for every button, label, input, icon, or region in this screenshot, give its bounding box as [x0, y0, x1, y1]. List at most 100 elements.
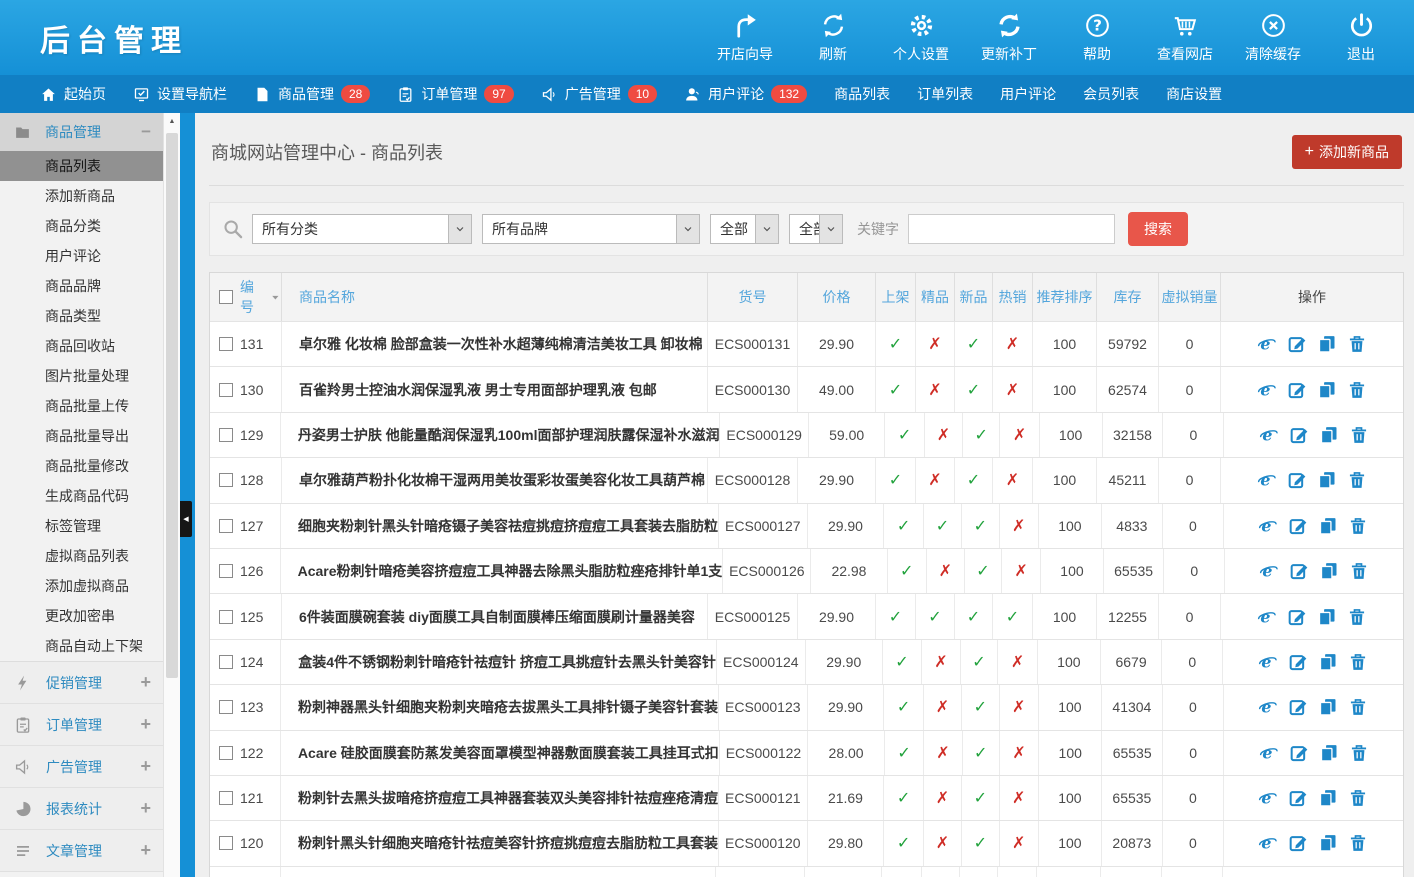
row-checkbox[interactable] — [219, 428, 233, 442]
action-edit-button[interactable] — [1287, 470, 1307, 490]
on_sale-toggle[interactable]: ✓ — [883, 640, 923, 684]
row-checkbox[interactable] — [219, 337, 233, 351]
best-toggle[interactable]: ✗ — [922, 640, 961, 684]
action-delete-button[interactable] — [1348, 833, 1368, 853]
sidebar-item[interactable]: 商品批量上传 — [0, 391, 163, 421]
best-toggle[interactable]: ✗ — [924, 776, 962, 820]
sidebar-group-ad-manage[interactable]: 广告管理 + — [0, 746, 163, 788]
product-name-link[interactable]: Acare 硅胶面膜套防蒸发美容面罩模型神器敷面膜套装工具挂耳式扣 — [298, 743, 719, 763]
on_sale-toggle[interactable]: ✓ — [884, 776, 923, 820]
product-name-link[interactable]: 粉刺针黑头针细胞夹暗疮针祛痘美容针挤痘挑痘痘去脂肪粒工具套装 — [298, 833, 718, 853]
best-toggle[interactable]: ✗ — [916, 322, 955, 366]
row-checkbox[interactable] — [219, 746, 233, 760]
new-toggle[interactable]: ✓ — [960, 867, 998, 877]
sidebar-item[interactable]: 商品批量导出 — [0, 421, 163, 451]
sidebar-scrollbar-thumb[interactable] — [166, 133, 178, 678]
on_sale-toggle[interactable]: ✓ — [885, 731, 924, 775]
on_sale-toggle[interactable]: ✓ — [876, 322, 916, 366]
add-product-button[interactable]: + 添加新商品 — [1292, 135, 1402, 169]
product-name-link[interactable]: 粉刺针去黑头拔暗疮挤痘痘工具神器套装双头美容排针祛痘痤疮清痘 — [298, 788, 718, 808]
category-select[interactable]: 所有分类 — [252, 214, 472, 244]
hot-toggle[interactable]: ✓ — [993, 594, 1033, 638]
product-name-link[interactable]: 卓尔雅 化妆棉 脸部盒装一次性补水超薄纯棉清洁美妆工具 卸妆棉 — [299, 334, 703, 354]
toolbar-personal-settings-button[interactable]: 个人设置 — [890, 12, 952, 64]
action-copy-button[interactable] — [1318, 833, 1338, 853]
sidebar-collapse-handle[interactable]: ◀ — [180, 501, 192, 537]
action-copy-button[interactable] — [1317, 470, 1337, 490]
action-copy-button[interactable] — [1317, 380, 1337, 400]
nav-item-store-settings[interactable]: 商店设置 — [1166, 84, 1222, 104]
nav-item-goods-manage[interactable]: 商品管理 28 — [254, 84, 370, 104]
sidebar-group-goods-manage[interactable]: 商品管理 − — [0, 113, 163, 151]
sidebar-item[interactable]: 图片批量处理 — [0, 361, 163, 391]
new-toggle[interactable]: ✓ — [955, 594, 993, 638]
action-copy-button[interactable] — [1317, 607, 1337, 627]
sidebar-item[interactable]: 商品类型 — [0, 301, 163, 331]
action-edit-button[interactable] — [1288, 833, 1308, 853]
new-toggle[interactable]: ✓ — [962, 821, 999, 865]
on_sale-toggle[interactable]: ✓ — [882, 867, 922, 877]
sidebar-item[interactable]: 商品自动上下架 — [0, 631, 163, 661]
nav-item-user-comments[interactable]: 用户评论 132 — [684, 84, 807, 104]
hot-toggle[interactable]: ✗ — [1000, 504, 1039, 548]
sidebar-item[interactable]: 生成商品代码 — [0, 481, 163, 511]
product-name-link[interactable]: 细胞夹粉刺针黑头针暗疮镊子美容祛痘挑痘挤痘痘工具套装去脂肪粒 — [298, 516, 718, 536]
action-preview-button[interactable] — [1258, 833, 1278, 853]
sidebar-group-promotion-manage[interactable]: 促销管理 + — [0, 662, 163, 704]
on_sale-toggle[interactable]: ✓ — [876, 458, 916, 502]
action-delete-button[interactable] — [1349, 561, 1369, 581]
action-edit-button[interactable] — [1287, 607, 1307, 627]
sidebar-item[interactable]: 更改加密串 — [0, 601, 163, 631]
sidebar-scrollbar[interactable]: ▲ — [163, 113, 180, 877]
action-delete-button[interactable] — [1348, 788, 1368, 808]
action-copy-button[interactable] — [1319, 425, 1339, 445]
sidebar-group-article-manage[interactable]: 文章管理 + — [0, 830, 163, 872]
action-copy-button[interactable] — [1318, 788, 1338, 808]
product-name-link[interactable]: 盒装4件不锈钢粉刺针暗疮针祛痘针 挤痘工具挑痘针去黑头针美容针 — [298, 652, 716, 672]
column-header-id[interactable]: 编号 — [210, 273, 282, 321]
best-toggle[interactable]: ✓ — [924, 504, 962, 548]
sidebar-group-report-stats[interactable]: 报表统计 + — [0, 788, 163, 830]
new-toggle[interactable]: ✓ — [962, 776, 999, 820]
sidebar-item[interactable]: 标签管理 — [0, 511, 163, 541]
action-copy-button[interactable] — [1319, 561, 1339, 581]
action-edit-button[interactable] — [1288, 652, 1308, 672]
new-toggle[interactable]: ✓ — [955, 367, 993, 411]
collapse-minus-icon[interactable]: − — [141, 122, 151, 142]
best-toggle[interactable]: ✗ — [924, 685, 962, 729]
brand-select[interactable]: 所有品牌 — [482, 214, 700, 244]
search-button[interactable]: 搜索 — [1128, 212, 1188, 246]
action-preview-button[interactable] — [1258, 788, 1278, 808]
sidebar-item[interactable]: 用户评论 — [0, 241, 163, 271]
action-edit-button[interactable] — [1287, 380, 1307, 400]
nav-item-order-list[interactable]: 订单列表 — [917, 84, 973, 104]
hot-toggle[interactable]: ✗ — [993, 367, 1033, 411]
nav-item-ad-manage[interactable]: 广告管理 10 — [541, 84, 657, 104]
toolbar-clear-cache-button[interactable]: 清除缓存 — [1242, 12, 1304, 64]
expand-plus-icon[interactable]: + — [140, 798, 151, 819]
sidebar-item[interactable]: 商品品牌 — [0, 271, 163, 301]
new-toggle[interactable]: ✓ — [963, 731, 1000, 775]
best-toggle[interactable]: ✗ — [916, 458, 955, 502]
product-name-link[interactable]: 6件装面膜碗套装 diy面膜工具自制面膜棒压缩面膜刷计量器美容 — [299, 607, 695, 627]
on_sale-toggle[interactable]: ✓ — [888, 549, 927, 593]
action-preview-button[interactable] — [1259, 561, 1279, 581]
new-toggle[interactable]: ✓ — [955, 322, 993, 366]
row-checkbox[interactable] — [219, 655, 233, 669]
action-edit-button[interactable] — [1289, 425, 1309, 445]
action-preview-button[interactable] — [1257, 334, 1277, 354]
action-preview-button[interactable] — [1257, 470, 1277, 490]
row-checkbox[interactable] — [219, 564, 233, 578]
expand-plus-icon[interactable]: + — [140, 714, 151, 735]
action-delete-button[interactable] — [1349, 743, 1369, 763]
expand-plus-icon[interactable]: + — [140, 840, 151, 861]
toolbar-refresh-button[interactable]: 刷新 — [802, 12, 864, 64]
action-preview-button[interactable] — [1259, 425, 1279, 445]
nav-item-home[interactable]: 起始页 — [40, 84, 106, 104]
product-name-link[interactable]: 粉刺神器黑头针细胞夹粉刺夹暗疮去拔黑头工具排针镊子美容针套装 — [298, 697, 718, 717]
hot-toggle[interactable]: ✗ — [1000, 776, 1039, 820]
status-select-1[interactable]: 全部 — [710, 214, 779, 244]
on_sale-toggle[interactable]: ✓ — [876, 594, 916, 638]
on_sale-toggle[interactable]: ✓ — [885, 413, 924, 457]
action-copy-button[interactable] — [1318, 652, 1338, 672]
